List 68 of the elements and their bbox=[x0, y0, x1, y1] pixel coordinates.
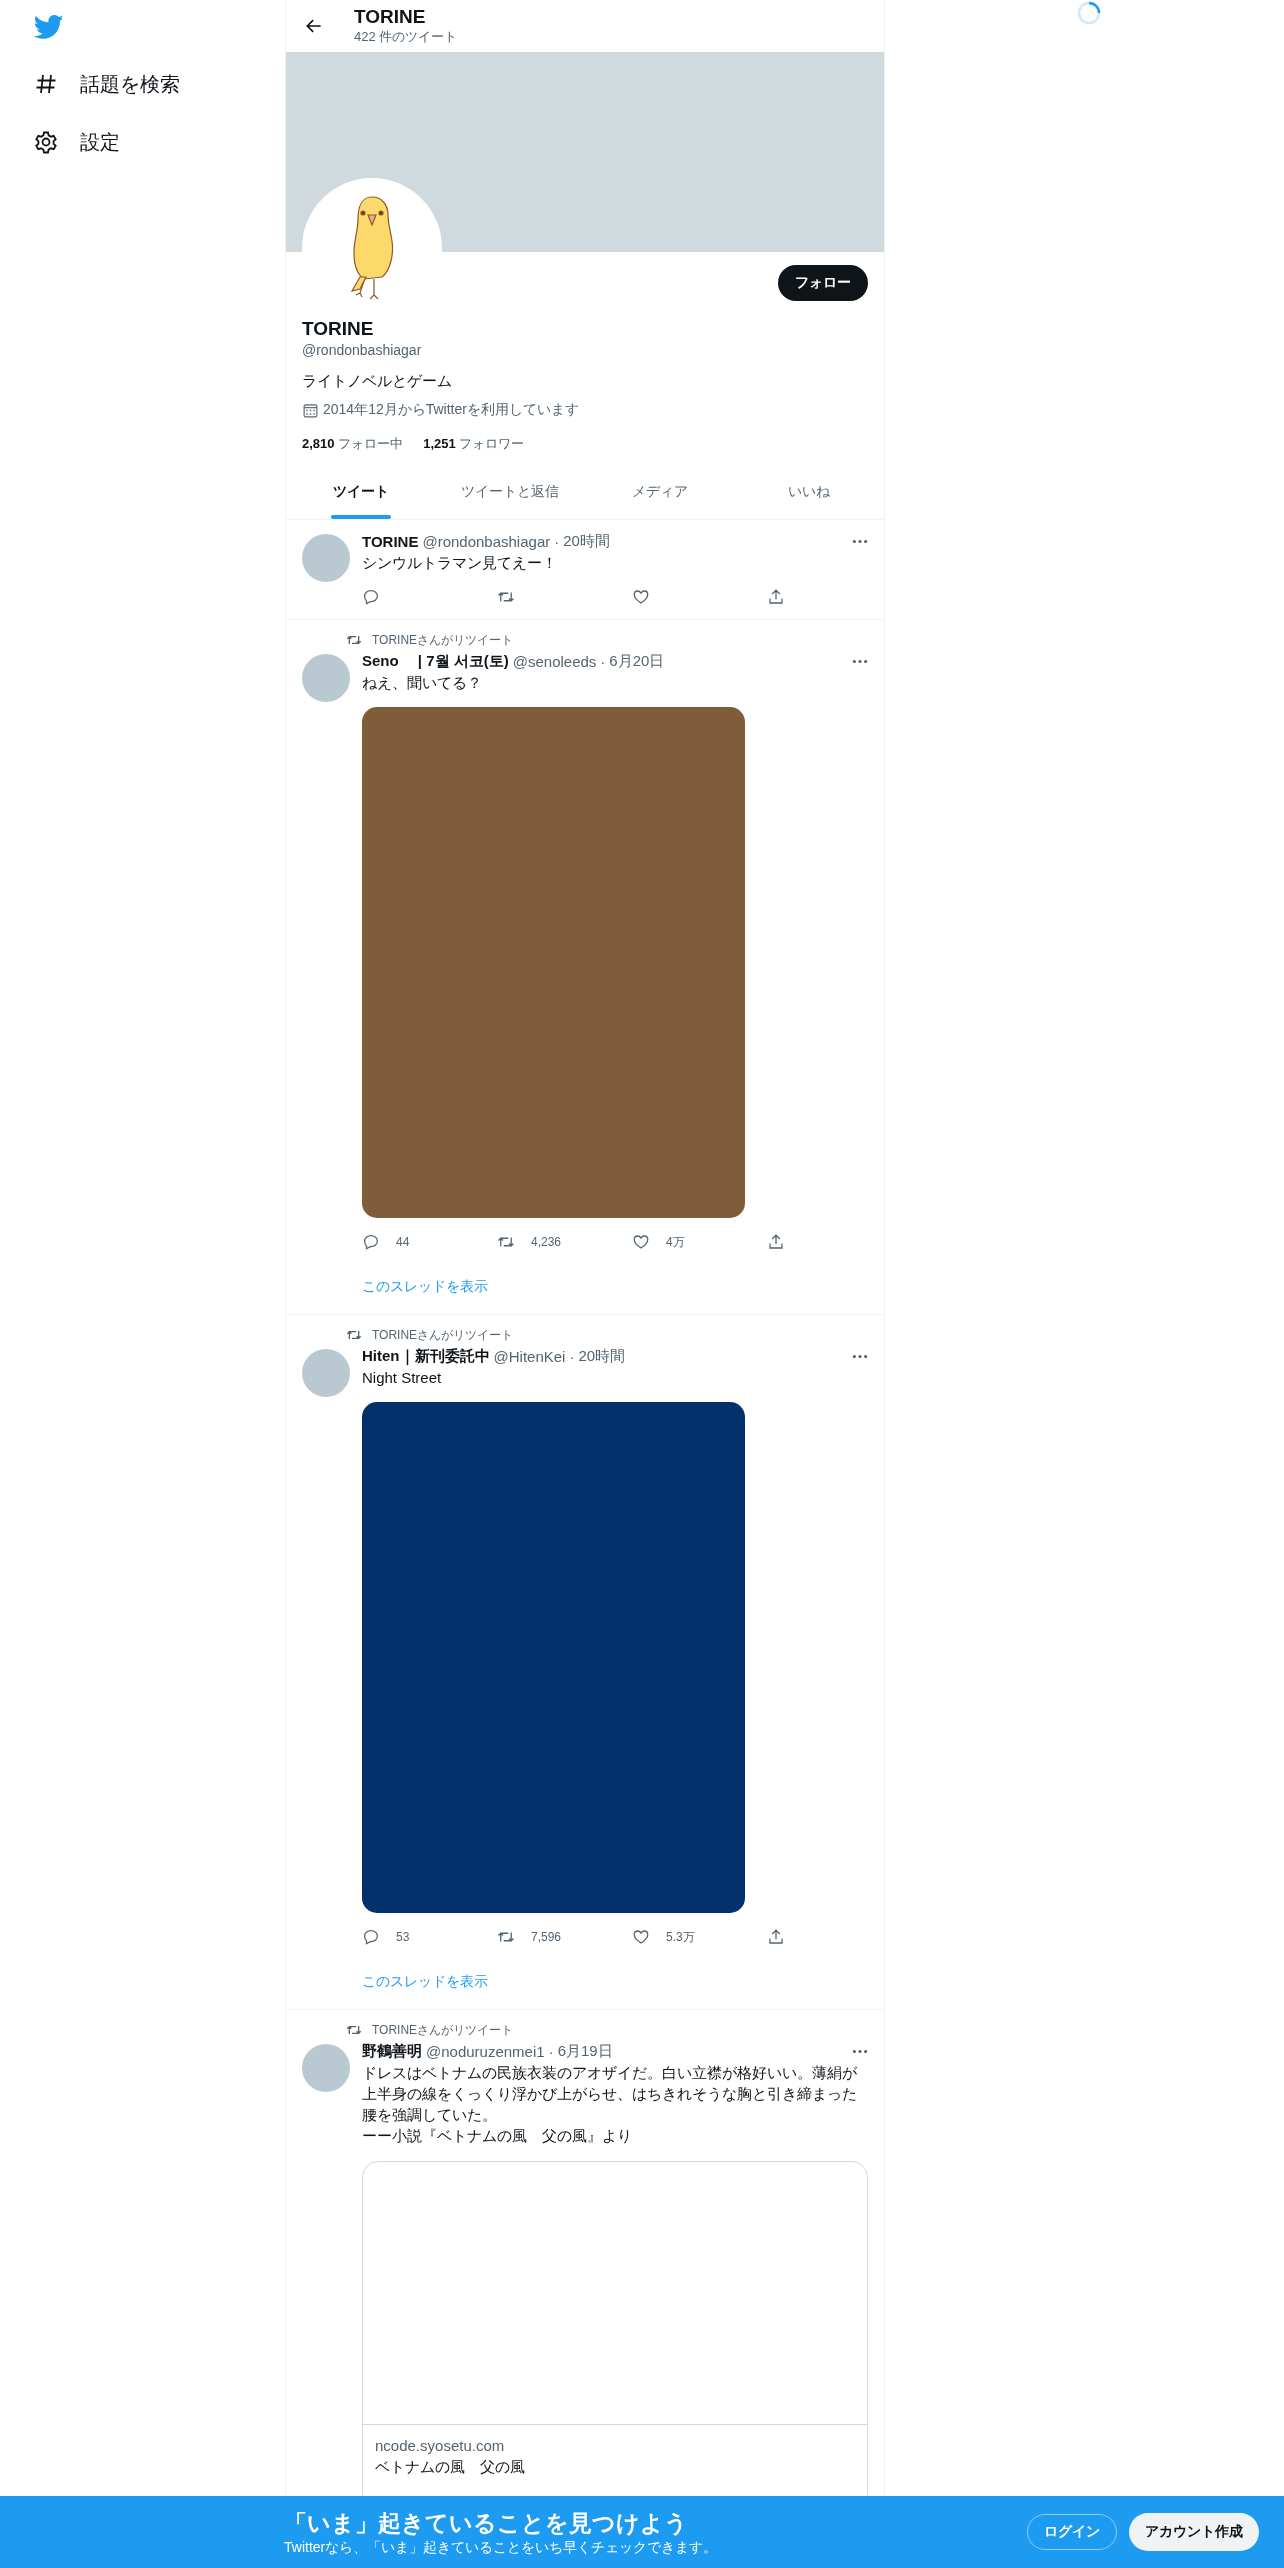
tweet-text: ねえ、聞いてる？ bbox=[362, 673, 483, 693]
profile-tab[interactable]: メディア bbox=[585, 465, 735, 519]
settings-icon bbox=[34, 130, 58, 154]
more-icon[interactable] bbox=[852, 2048, 868, 2054]
more-icon[interactable] bbox=[852, 1353, 868, 1359]
author-handle: @senoleeds bbox=[512, 652, 597, 670]
tweet-text: ドレスはベトナムの民族衣装のアオザイだ。白い立襟が格好いい。薄絹が上半身の線をくっくり浮かび上がらせ、はちきれそうな胸と引き締まった腰を強調していた。 bbox=[362, 2063, 858, 2125]
tweet-time[interactable]: 6月19日 bbox=[557, 2041, 613, 2061]
like-icon[interactable] bbox=[632, 1233, 650, 1251]
separator-dot: · bbox=[569, 1347, 575, 1365]
signup-button[interactable]: アカウント作成 bbox=[1129, 2513, 1259, 2551]
tweet-time[interactable]: 6月20日 bbox=[609, 651, 665, 671]
tweet-time[interactable]: 20時間 bbox=[563, 531, 610, 551]
retweet-count: 7,596 bbox=[531, 1930, 562, 1944]
retweet-label: TORINEさんがリツイート bbox=[372, 2021, 514, 2039]
share-icon[interactable] bbox=[767, 1928, 785, 1946]
author-name[interactable]: Seno | 7월 서코(토) bbox=[362, 651, 509, 671]
tweet-text: ーー小説『ベトナムの風 父の風』より bbox=[362, 2126, 633, 2146]
card-domain: ncode.syosetu.com bbox=[375, 2437, 506, 2454]
author-handle: @HitenKei bbox=[493, 1347, 566, 1365]
profile-tab[interactable]: ツイート bbox=[286, 465, 436, 519]
like-count: 4万 bbox=[666, 1233, 685, 1251]
banner-title: 「いま」起きていることを見つけよう bbox=[284, 2508, 689, 2538]
like-icon[interactable] bbox=[632, 588, 650, 606]
separator-dot: · bbox=[548, 2042, 554, 2060]
separator-dot: · bbox=[600, 652, 606, 670]
tweet-text: シンウルトラマン見てえー！ bbox=[362, 553, 558, 573]
sidebar-item[interactable]: 話題を検索 bbox=[0, 56, 285, 112]
banner-subtitle: Twitterなら、「いま」起きていることをいち早くチェックできます。 bbox=[284, 2538, 718, 2557]
twitter-bird-icon[interactable] bbox=[32, 12, 66, 42]
joined-date: 2014年12月からTwitterを利用しています bbox=[323, 401, 579, 419]
tweet-time[interactable]: 20時間 bbox=[578, 1346, 626, 1366]
author-name[interactable]: 野鶴善明 bbox=[362, 2041, 422, 2061]
follow-button[interactable]: フォロー bbox=[778, 265, 868, 301]
profile-tab[interactable]: いいね bbox=[734, 465, 884, 519]
reply-icon[interactable] bbox=[362, 588, 380, 606]
like-count: 5.3万 bbox=[666, 1928, 695, 1946]
share-icon[interactable] bbox=[767, 1233, 785, 1251]
more-icon[interactable] bbox=[852, 658, 868, 664]
profile-bio: ライトノベルとゲーム bbox=[302, 372, 453, 391]
tweet-text: Night Street bbox=[362, 1368, 443, 1388]
calendar-icon bbox=[302, 401, 319, 419]
retweet-label: TORINEさんがリツイート bbox=[372, 631, 514, 649]
retweet-count: 4,236 bbox=[531, 1235, 562, 1249]
author-handle: @rondonbashiagar bbox=[422, 532, 551, 550]
separator-dot: · bbox=[554, 532, 560, 550]
reply-count: 53 bbox=[396, 1930, 410, 1944]
share-icon[interactable] bbox=[767, 588, 785, 606]
reply-icon[interactable] bbox=[362, 1928, 380, 1946]
retweet-label: TORINEさんがリツイート bbox=[372, 1326, 514, 1344]
reply-icon[interactable] bbox=[362, 1233, 380, 1251]
author-handle: @noduruzenmei1 bbox=[426, 2042, 545, 2060]
loading-spinner-icon bbox=[1076, 0, 1102, 26]
followers-link[interactable]: 1,251 フォロワー bbox=[423, 435, 525, 453]
more-icon[interactable] bbox=[852, 538, 868, 544]
following-link[interactable]: 2,810 フォロー中 bbox=[302, 435, 404, 453]
hashtag-icon bbox=[34, 72, 58, 96]
reply-count: 44 bbox=[396, 1235, 410, 1249]
profile-handle: @rondonbashiagar bbox=[302, 342, 423, 358]
profile-tab[interactable]: ツイートと返信 bbox=[435, 465, 585, 519]
sidebar-item[interactable]: 設定 bbox=[0, 114, 285, 170]
profile-name: TORINE bbox=[302, 318, 375, 340]
author-name[interactable]: TORINE bbox=[362, 532, 419, 550]
author-name[interactable]: Hiten｜新刊委託中 bbox=[362, 1346, 490, 1366]
like-icon[interactable] bbox=[632, 1928, 650, 1946]
card-title: ベトナムの風 父の風 bbox=[375, 2458, 526, 2477]
tweet-count: 422 件のツイート bbox=[354, 28, 458, 46]
header-title: TORINE bbox=[354, 6, 427, 28]
